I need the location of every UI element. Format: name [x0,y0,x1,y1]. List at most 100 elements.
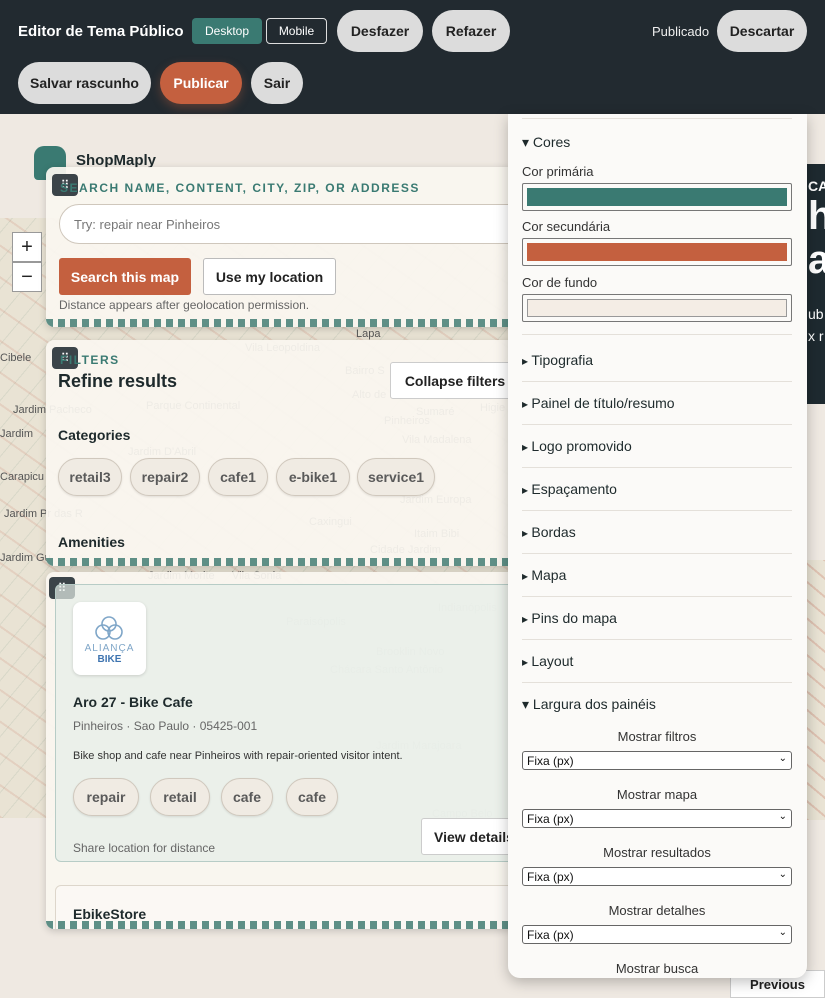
view-desktop-toggle[interactable]: Desktop [192,18,262,44]
caret-down-icon: ▾ [522,696,530,712]
caret-right-icon: ▸ [522,569,532,583]
background-color-label: Cor de fundo [522,275,598,290]
section-panel-widths[interactable]: ▾ Largura dos painéis [522,696,656,713]
tag-chip[interactable]: retail [150,778,210,816]
category-chip-service[interactable]: service1 [357,458,435,496]
category-chip-retail[interactable]: retail3 [58,458,122,496]
chevron-down-icon: ⌄ [778,927,787,938]
redo-button[interactable]: Refazer [432,10,510,52]
tag-chip[interactable]: cafe [286,778,338,816]
hero-text: x r [808,328,824,344]
view-mobile-toggle[interactable]: Mobile [266,18,327,44]
results-panel: ⠿ ALIANÇA BIKE Aro 27 - Bike Cafe Pinhei… [46,572,516,929]
width-mode-select[interactable]: Fixa (px) ⌄ [522,867,792,886]
hero-text: ub [808,306,824,322]
result-logo: ALIANÇA BIKE [73,602,146,675]
width-row-label: Mostrar filtros [617,729,697,744]
distance-hint: Share location for distance [73,841,216,855]
search-panel: ⠿ SEARCH NAME, CONTENT, CITY, ZIP, OR AD… [46,167,516,327]
resize-handle[interactable] [46,921,516,929]
logo-text: ALIANÇA [84,643,135,654]
primary-color-picker[interactable] [522,183,792,211]
search-input[interactable]: Try: repair near Pinheiros [59,204,516,244]
width-mode-select[interactable]: Fixa (px) ⌄ [522,751,792,770]
divider [522,639,792,640]
section-label: Layout [531,653,574,669]
category-chip-cafe[interactable]: cafe1 [208,458,268,496]
caret-right-icon: ▸ [522,397,532,411]
section-label: Espaçamento [531,481,617,497]
map-label: Carapicu [0,471,45,483]
section-tipografia[interactable]: ▸ Tipografia [522,352,593,368]
divider [522,510,792,511]
result-title[interactable]: EbikeStore [73,906,146,922]
map-label: Cibele [0,352,32,364]
secondary-color-picker[interactable] [522,238,792,266]
map-label: Jardim Gu [0,552,51,564]
hero-text: h [808,194,825,238]
exit-button[interactable]: Sair [251,62,303,104]
hero-text: CA [808,178,825,194]
collapse-filters-button[interactable]: Collapse filters [390,362,516,399]
resize-handle[interactable] [46,558,516,566]
select-value: Fixa (px) [527,811,574,826]
section-painel-de-t-tulo-resumo[interactable]: ▸ Painel de título/resumo [522,395,675,411]
publish-status: Publicado [652,24,710,39]
divider [522,334,792,335]
use-location-button[interactable]: Use my location [203,258,336,295]
section-label: Bordas [531,524,576,540]
map-label: Jardim [0,428,34,440]
section-logo-promovido[interactable]: ▸ Logo promovido [522,438,632,454]
discard-button[interactable]: Descartar [717,10,807,52]
resize-handle[interactable] [46,319,516,327]
caret-right-icon: ▸ [522,526,532,540]
section-pins-do-mapa[interactable]: ▸ Pins do mapa [522,610,617,626]
filters-eyebrow: FILTERS [60,353,120,367]
map-label: Lapa [356,328,381,340]
tag-chip[interactable]: cafe [221,778,273,816]
select-value: Fixa (px) [527,927,574,942]
caret-down-icon: ▾ [522,134,530,150]
background-color-fill [527,299,787,317]
chevron-down-icon: ⌄ [778,811,787,822]
chevron-down-icon: ⌄ [778,753,787,764]
tag-chip[interactable]: repair [73,778,139,816]
chevron-down-icon: ⌄ [778,869,787,880]
section-layout[interactable]: ▸ Layout [522,653,573,669]
side-map [806,560,825,820]
secondary-color-label: Cor secundária [522,219,611,234]
result-title[interactable]: Aro 27 - Bike Cafe [73,694,193,710]
view-details-button[interactable]: View details [421,818,516,855]
divider [522,118,792,119]
categories-label: Categories [58,427,131,443]
background-color-picker[interactable] [522,294,792,322]
width-mode-select[interactable]: Fixa (px) ⌄ [522,809,792,828]
section-label: Painel de título/resumo [531,395,675,411]
primary-color-fill [527,188,787,206]
section-bordas[interactable]: ▸ Bordas [522,524,576,540]
undo-button[interactable]: Desfazer [337,10,423,52]
search-map-button[interactable]: Search this map [59,258,191,295]
section-label: Logo promovido [531,438,632,454]
distance-hint: Distance appears after geolocation permi… [59,298,310,312]
result-card[interactable]: ALIANÇA BIKE Aro 27 - Bike Cafe Pinheiro… [55,584,516,862]
category-chip-repair[interactable]: repair2 [130,458,200,496]
caret-right-icon: ▸ [522,612,532,626]
zoom-out-button[interactable]: − [12,262,42,292]
secondary-color-fill [527,243,787,261]
zoom-in-button[interactable]: + [12,232,42,262]
width-row-label: Mostrar detalhes [608,903,706,918]
save-draft-button[interactable]: Salvar rascunho [18,62,151,104]
result-description: Bike shop and cafe near Pinheiros with r… [73,750,403,762]
width-mode-select[interactable]: Fixa (px) ⌄ [522,925,792,944]
divider [522,424,792,425]
section-colors[interactable]: ▾ Cores [522,134,570,151]
publish-button[interactable]: Publicar [160,62,242,104]
section-label: Mapa [531,567,567,583]
section-espa-amento[interactable]: ▸ Espaçamento [522,481,617,497]
filters-panel: ⠿ FILTERS Refine results Collapse filter… [46,340,516,566]
section-colors-label: Cores [532,134,571,150]
section-label: Tipografia [531,352,594,368]
category-chip-e-bike[interactable]: e-bike1 [276,458,350,496]
section-mapa[interactable]: ▸ Mapa [522,567,566,583]
